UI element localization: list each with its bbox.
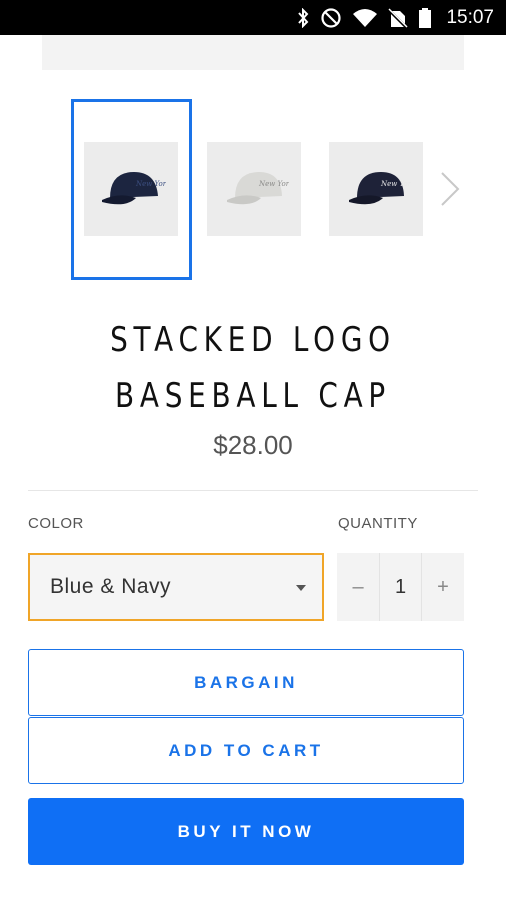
navy-cap-thumbnail[interactable]: New York xyxy=(84,142,178,236)
decrement-button[interactable]: – xyxy=(337,553,379,621)
color-label: COLOR xyxy=(28,515,84,532)
increment-button[interactable]: + xyxy=(422,553,464,621)
cap-image: New York xyxy=(102,172,166,205)
battery-icon xyxy=(418,7,432,29)
cap-image: New York xyxy=(227,172,289,205)
quantity-input[interactable]: 1 xyxy=(379,553,422,621)
divider xyxy=(28,490,478,491)
svg-text:New York: New York xyxy=(380,180,411,188)
product-title: STACKED LOGO BASEBALL CAP xyxy=(46,312,461,424)
do-not-disturb-icon xyxy=(320,7,342,29)
svg-text:New York: New York xyxy=(258,180,289,188)
white-cap-thumbnail[interactable]: New York xyxy=(207,142,301,236)
product-title-line-2: BASEBALL CAP xyxy=(115,376,391,416)
chevron-right-icon[interactable] xyxy=(436,168,464,210)
navy-white-logo-cap-thumbnail[interactable]: New York xyxy=(329,142,423,236)
bluetooth-icon xyxy=(296,7,310,28)
color-select-value: Blue & Navy xyxy=(50,575,172,598)
buy-it-now-button[interactable]: BUY IT NOW xyxy=(28,798,464,865)
wifi-icon xyxy=(352,8,378,28)
color-select[interactable]: Blue & Navy xyxy=(28,553,324,621)
status-time: 15:07 xyxy=(446,6,494,28)
caret-down-icon xyxy=(296,585,306,591)
svg-text:New York: New York xyxy=(135,180,166,188)
main-product-image[interactable] xyxy=(42,35,464,70)
status-bar: 15:07 xyxy=(0,0,506,35)
thumbnail-gallery: New York New York New York xyxy=(0,96,506,282)
quantity-stepper: – 1 + xyxy=(337,553,464,621)
status-icons: 15:07 xyxy=(296,0,494,35)
add-to-cart-button[interactable]: ADD TO CART xyxy=(28,717,464,784)
bargain-button[interactable]: BARGAIN xyxy=(28,649,464,716)
no-sim-icon xyxy=(388,7,409,29)
product-title-line-1: STACKED LOGO xyxy=(110,320,396,360)
cap-image: New York xyxy=(349,172,411,205)
product-price: $28.00 xyxy=(213,430,293,460)
quantity-label: QUANTITY xyxy=(338,515,418,532)
